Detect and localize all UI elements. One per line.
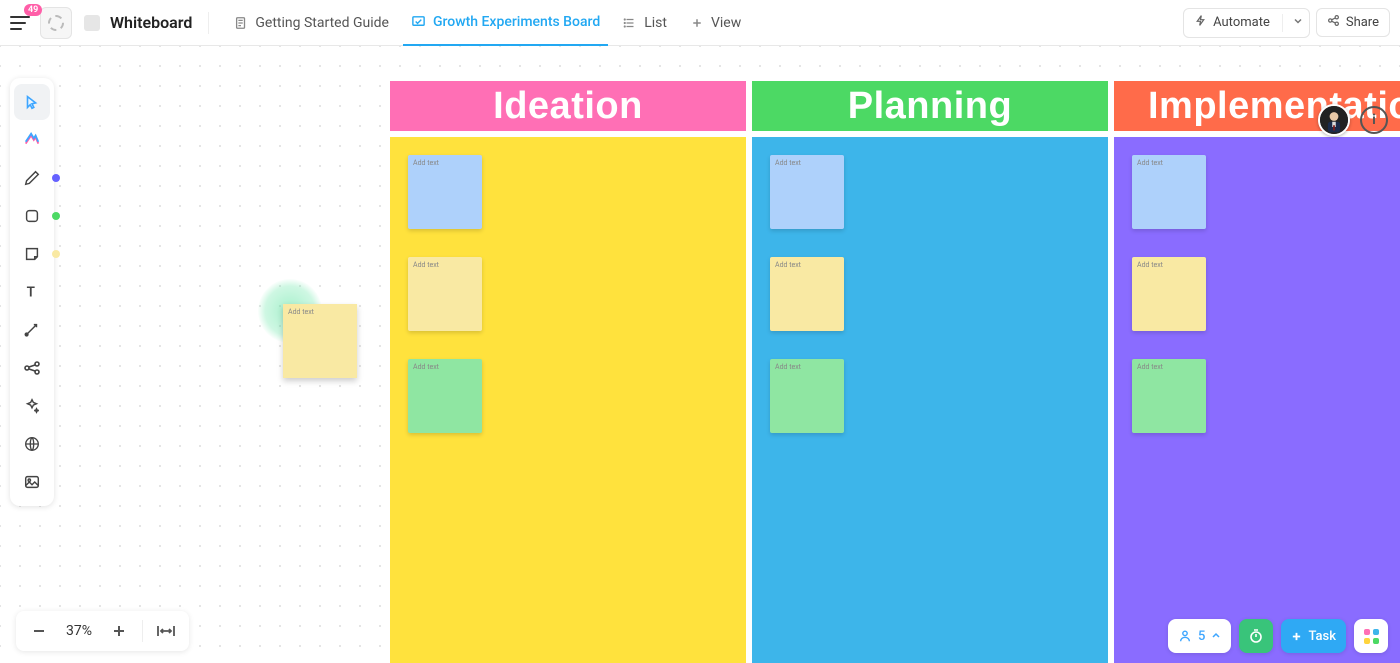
sticky-note[interactable]: Add text <box>283 304 357 378</box>
sticky-note[interactable]: Add text <box>770 257 844 331</box>
tab-label: List <box>644 15 667 31</box>
tab-label: Growth Experiments Board <box>433 14 600 30</box>
sticky-note[interactable]: Add text <box>1132 155 1206 229</box>
timer-button[interactable] <box>1239 619 1273 653</box>
fit-width-button[interactable] <box>149 614 183 648</box>
grid-icon <box>1364 629 1379 644</box>
sticky-note[interactable]: Add text <box>1132 359 1206 433</box>
connector-tool[interactable] <box>14 312 50 348</box>
viewers-count: 5 <box>1198 629 1205 644</box>
pointer-tool[interactable] <box>14 84 50 120</box>
viewers-count-button[interactable]: 5 <box>1168 619 1231 653</box>
sticky-color-indicator <box>52 250 60 258</box>
page-title: Whiteboard <box>110 13 192 32</box>
sticky-note[interactable]: Add text <box>408 155 482 229</box>
web-tool[interactable] <box>14 426 50 462</box>
sticky-note[interactable]: Add text <box>408 359 482 433</box>
zoom-in-button[interactable] <box>102 614 136 648</box>
shape-color-indicator <box>52 212 60 220</box>
chart-tool[interactable] <box>14 350 50 386</box>
presence-controls: i <box>1318 104 1388 136</box>
bottom-right-controls: 5 Task <box>1168 619 1388 653</box>
view-color-swatch <box>84 15 100 31</box>
doc-icon <box>233 15 249 31</box>
ai-tool[interactable] <box>14 388 50 424</box>
loading-indicator <box>40 7 72 39</box>
tab-growth-board[interactable]: Growth Experiments Board <box>403 0 608 46</box>
button-label: Share <box>1346 15 1379 30</box>
share-button[interactable]: Share <box>1316 8 1390 37</box>
menu-button[interactable]: 49 <box>10 11 34 35</box>
add-task-button[interactable]: Task <box>1281 619 1346 653</box>
column-ideation[interactable]: Ideation Add text Add text Add text <box>390 81 746 663</box>
image-tool[interactable] <box>14 464 50 500</box>
add-view-button[interactable]: View <box>681 0 749 46</box>
chevron-down-icon[interactable] <box>1293 15 1303 30</box>
tab-label: Getting Started Guide <box>255 15 389 31</box>
top-bar: 49 Whiteboard Getting Started Guide Grow… <box>0 0 1400 46</box>
pen-tool[interactable] <box>14 160 50 196</box>
tab-list[interactable]: List <box>614 0 675 46</box>
automate-button[interactable]: Automate <box>1183 8 1310 38</box>
button-label: Task <box>1308 629 1336 644</box>
tab-getting-started[interactable]: Getting Started Guide <box>225 0 397 46</box>
column-body[interactable]: Add text Add text Add text <box>1114 137 1400 663</box>
plus-icon <box>689 15 705 31</box>
zoom-percent[interactable]: 37% <box>58 623 100 639</box>
sticky-note[interactable]: Add text <box>770 359 844 433</box>
zoom-controls: 37% <box>16 611 189 651</box>
column-body[interactable]: Add text Add text Add text <box>752 137 1108 663</box>
text-tool[interactable]: T <box>14 274 50 310</box>
column-header: Ideation <box>390 81 746 131</box>
sticky-tool[interactable] <box>14 236 50 272</box>
generate-tool[interactable] <box>14 122 50 158</box>
info-button[interactable]: i <box>1360 106 1388 134</box>
apps-button[interactable] <box>1354 619 1388 653</box>
floating-sticky-note[interactable]: Add text <box>283 304 357 378</box>
column-planning[interactable]: Planning Add text Add text Add text <box>752 81 1108 663</box>
pen-color-indicator <box>52 174 60 182</box>
whiteboard-canvas[interactable]: Ideation Add text Add text Add text Plan… <box>0 46 1400 663</box>
column-body[interactable]: Add text Add text Add text <box>390 137 746 663</box>
notification-badge: 49 <box>24 4 42 16</box>
zoom-out-button[interactable] <box>22 614 56 648</box>
tool-rail: T <box>10 78 54 506</box>
sticky-note[interactable]: Add text <box>408 257 482 331</box>
tab-label: View <box>711 15 741 31</box>
board-icon <box>411 14 427 30</box>
svg-text:T: T <box>27 285 36 301</box>
bolt-icon <box>1194 14 1207 31</box>
user-avatar[interactable] <box>1318 104 1350 136</box>
shape-tool[interactable] <box>14 198 50 234</box>
share-icon <box>1327 14 1340 31</box>
column-header: Planning <box>752 81 1108 131</box>
list-icon <box>622 15 638 31</box>
sticky-note[interactable]: Add text <box>1132 257 1206 331</box>
button-label: Automate <box>1213 15 1270 30</box>
column-implementation[interactable]: Implementation Add text Add text Add tex… <box>1114 81 1400 663</box>
sticky-note[interactable]: Add text <box>770 155 844 229</box>
